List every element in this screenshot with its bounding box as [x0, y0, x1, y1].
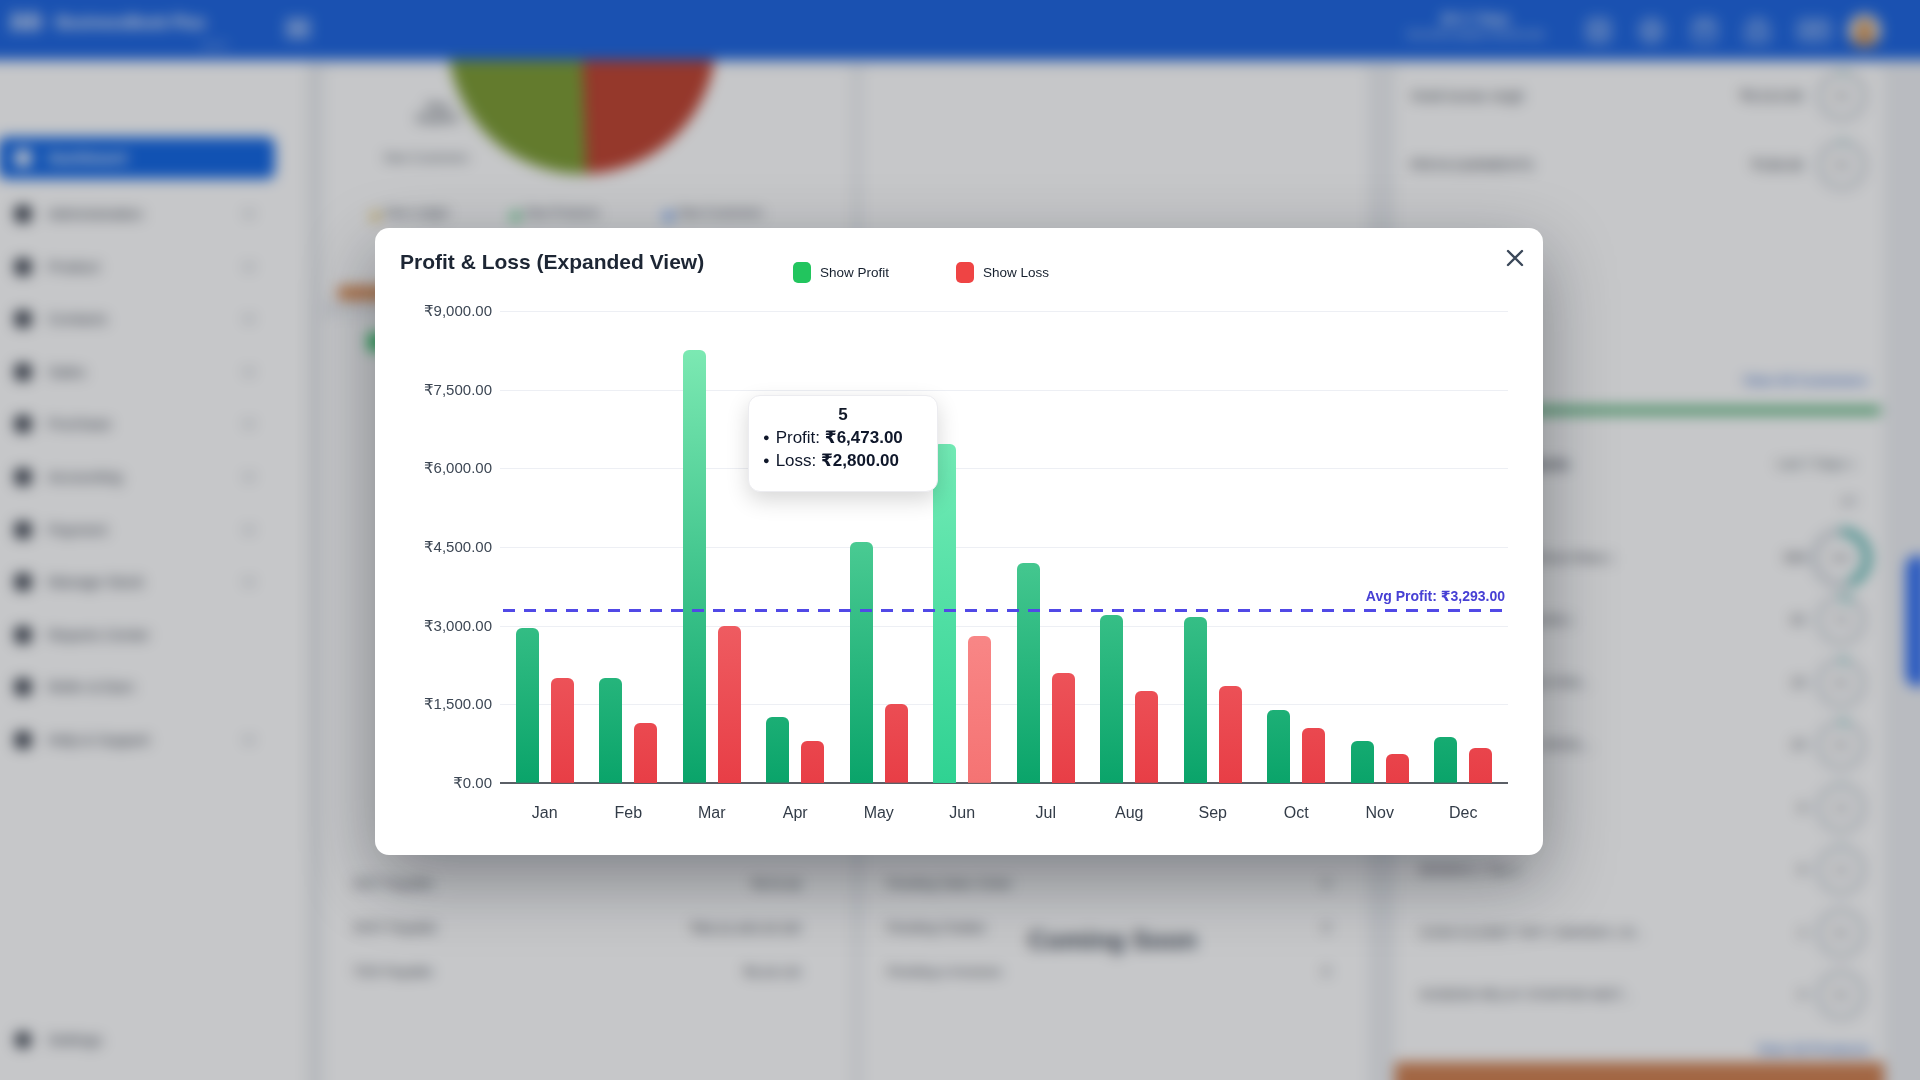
y-tick-label: ₹3,000.00 [382, 617, 492, 635]
profit-bar-dec[interactable] [1434, 737, 1457, 783]
loss-bar-apr[interactable] [801, 741, 824, 783]
x-tick-label: Nov [1340, 804, 1420, 822]
loss-bar-mar[interactable] [718, 626, 741, 783]
gridline [500, 468, 1508, 469]
loss-bar-may[interactable] [885, 704, 908, 783]
y-tick-label: ₹1,500.00 [382, 695, 492, 713]
x-tick-label: Aug [1089, 804, 1169, 822]
gridline [500, 626, 1508, 627]
loss-bar-feb[interactable] [634, 723, 657, 783]
profit-bar-nov[interactable] [1351, 741, 1374, 783]
profit-bar-oct[interactable] [1267, 710, 1290, 783]
profit-bar-jan[interactable] [516, 628, 539, 783]
loss-bar-aug[interactable] [1135, 691, 1158, 783]
loss-bar-sep[interactable] [1219, 686, 1242, 783]
x-tick-label: Apr [755, 804, 835, 822]
x-tick-label: Oct [1256, 804, 1336, 822]
x-tick-label: Jul [1006, 804, 1086, 822]
x-tick-label: Jun [922, 804, 1002, 822]
profit-bar-sep[interactable] [1184, 617, 1207, 783]
x-tick-label: Jan [505, 804, 585, 822]
y-tick-label: ₹0.00 [382, 774, 492, 792]
loss-bar-oct[interactable] [1302, 728, 1325, 783]
profit-bar-aug[interactable] [1100, 615, 1123, 783]
loss-bar-jul[interactable] [1052, 673, 1075, 783]
x-tick-label: Sep [1173, 804, 1253, 822]
profit-loss-modal: Profit & Loss (Expanded View) Show Profi… [375, 228, 1543, 855]
gridline [500, 311, 1508, 312]
gridline [500, 704, 1508, 705]
loss-bar-jun[interactable] [968, 636, 991, 783]
loss-bar-dec[interactable] [1469, 748, 1492, 783]
avg-profit-label: Avg Profit: ₹3,293.00 [1185, 588, 1505, 604]
tooltip-loss-row: ●Loss: ₹2,800.00 [763, 450, 937, 471]
x-tick-label: Mar [672, 804, 752, 822]
avg-profit-line [503, 609, 1505, 612]
profit-bar-jun[interactable] [933, 444, 956, 783]
profit-bar-may[interactable] [850, 542, 873, 783]
y-tick-label: ₹7,500.00 [382, 381, 492, 399]
app-root: New Supplier New Customers New LedgerNew… [0, 0, 1920, 1080]
bar-chart: ₹0.00 ₹1,500.00 ₹3,000.00 ₹4,500.00 ₹6,000.0… [375, 228, 1543, 855]
profit-bar-feb[interactable] [599, 678, 622, 783]
profit-bar-apr[interactable] [766, 717, 789, 783]
tooltip-profit-row: ●Profit: ₹6,473.00 [763, 427, 937, 448]
profit-bar-jul[interactable] [1017, 563, 1040, 783]
y-tick-label: ₹9,000.00 [382, 302, 492, 320]
gridline [500, 547, 1508, 548]
x-tick-label: Feb [588, 804, 668, 822]
x-tick-label: Dec [1423, 804, 1503, 822]
y-tick-label: ₹6,000.00 [382, 459, 492, 477]
loss-bar-jan[interactable] [551, 678, 574, 783]
chart-tooltip: 5 ●Profit: ₹6,473.00 ●Loss: ₹2,800.00 [748, 395, 938, 492]
loss-bar-nov[interactable] [1386, 754, 1409, 783]
profit-bar-mar[interactable] [683, 350, 706, 783]
x-tick-label: May [839, 804, 919, 822]
y-tick-label: ₹4,500.00 [382, 538, 492, 556]
tooltip-title: 5 [749, 405, 937, 425]
gridline [500, 390, 1508, 391]
